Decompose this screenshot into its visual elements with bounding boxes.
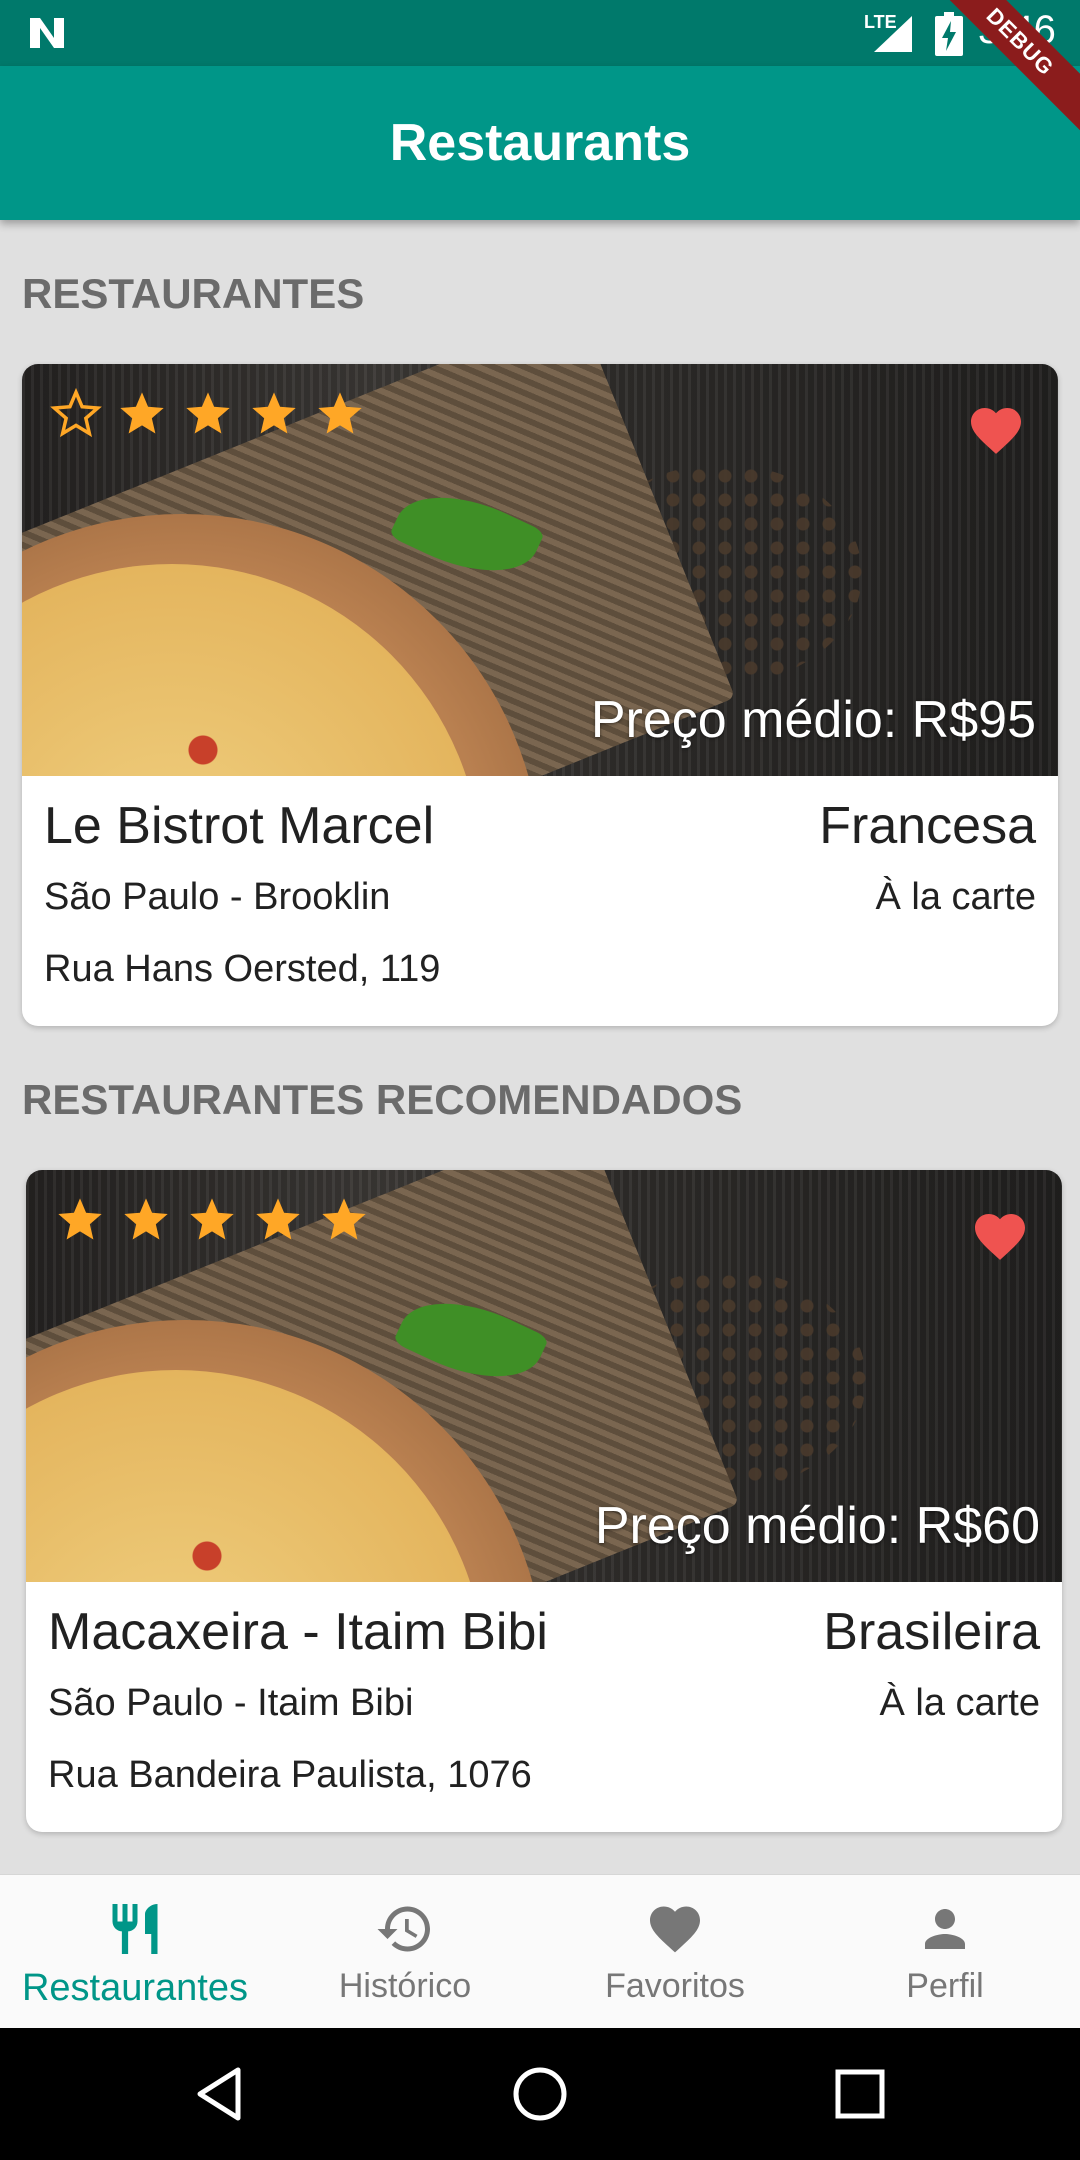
restaurant-service-type: À la carte — [879, 1682, 1040, 1724]
nav-tab-favoritos[interactable]: Favoritos — [540, 1875, 810, 2029]
status-bar: LTE 3:46 — [0, 0, 1080, 66]
restaurant-card[interactable]: Preço médio: R$60 Macaxeira - Itaim Bibi… — [26, 1170, 1062, 1832]
star-filled-icon — [58, 1198, 102, 1240]
page-title: Restaurants — [389, 114, 691, 172]
nav-tab-historico[interactable]: Histórico — [270, 1875, 540, 2029]
notification-n-icon — [30, 18, 64, 48]
battery-charging-icon — [935, 12, 963, 56]
star-filled-icon — [190, 1198, 234, 1240]
star-empty-icon — [50, 388, 102, 438]
recents-icon[interactable] — [830, 2064, 890, 2124]
restaurant-location: São Paulo - Brooklin — [44, 876, 391, 918]
star-filled-icon — [322, 1198, 366, 1240]
favorite-heart-icon[interactable] — [966, 400, 1026, 456]
restaurant-location: São Paulo - Itaim Bibi — [48, 1682, 414, 1724]
restaurant-cuisine: Brasileira — [823, 1603, 1040, 1661]
nav-label: Perfil — [906, 1967, 984, 2005]
restaurant-icon — [112, 1904, 158, 1954]
star-filled-icon — [124, 1198, 168, 1240]
restaurant-address: Rua Hans Oersted, 119 — [44, 948, 441, 990]
rating-stars — [54, 1194, 370, 1246]
rating-stars — [50, 388, 366, 440]
home-icon[interactable] — [510, 2064, 570, 2124]
nav-label: Restaurantes — [21, 1967, 248, 2009]
star-filled-icon — [256, 1198, 300, 1240]
person-icon — [925, 1909, 965, 1949]
star-filled-icon — [318, 392, 362, 434]
nav-tab-restaurantes[interactable]: Restaurantes — [0, 1875, 270, 2029]
system-navigation-bar — [0, 2028, 1080, 2160]
restaurant-cuisine: Francesa — [819, 797, 1036, 855]
average-price: Preço médio: R$95 — [590, 691, 1036, 749]
history-icon — [377, 1906, 430, 1952]
app-bar: Restaurants — [0, 66, 1080, 220]
bottom-navigation: Restaurantes Histórico Favoritos Perfil — [0, 1874, 1080, 2029]
restaurant-service-type: À la carte — [875, 876, 1036, 918]
heart-icon — [650, 1906, 700, 1953]
star-filled-icon — [120, 392, 164, 434]
nav-label: Histórico — [338, 1967, 472, 2005]
signal-icon — [874, 16, 912, 52]
section-title-restaurantes: RESTAURANTES — [22, 270, 365, 317]
nav-label: Favoritos — [605, 1967, 745, 2005]
section-title-recomendados: RESTAURANTES RECOMENDADOS — [22, 1076, 743, 1123]
back-icon[interactable] — [190, 2064, 250, 2124]
restaurant-name: Macaxeira - Itaim Bibi — [48, 1603, 548, 1661]
average-price: Preço médio: R$60 — [594, 1497, 1040, 1555]
restaurant-name: Le Bistrot Marcel — [44, 797, 435, 855]
nav-tab-perfil[interactable]: Perfil — [810, 1875, 1080, 2029]
star-filled-icon — [186, 392, 230, 434]
restaurant-card[interactable]: Preço médio: R$95 Le Bistrot Marcel Fran… — [22, 364, 1058, 1026]
star-filled-icon — [252, 392, 296, 434]
restaurant-address: Rua Bandeira Paulista, 1076 — [48, 1754, 532, 1796]
favorite-heart-icon[interactable] — [970, 1206, 1030, 1262]
